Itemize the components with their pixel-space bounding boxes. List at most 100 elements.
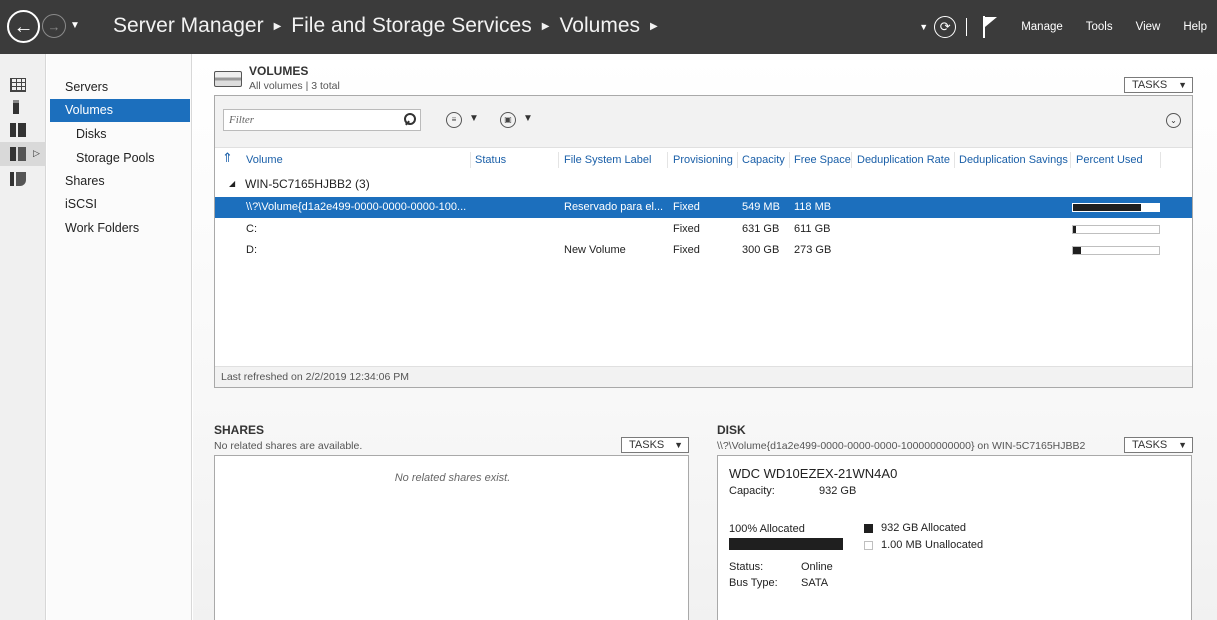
bus-type-value: SATA — [801, 577, 829, 589]
search-icon[interactable] — [404, 113, 416, 127]
disk-title: DISK — [717, 423, 746, 437]
table-row[interactable]: \\?\Volume{d1a2e499-0000-0000-0000-100..… — [215, 197, 1192, 218]
breadcrumb-separator-icon[interactable]: ▶ — [650, 21, 658, 32]
allocated-percent: 100% Allocated — [729, 523, 805, 535]
cell-file-system-label: Reservado para el... — [564, 201, 664, 213]
column-divider — [737, 152, 738, 168]
disk-panel: WDC WD10EZEX-21WN4A0 Capacity: 932 GB 10… — [717, 455, 1192, 620]
sidebar-item-storage-pools[interactable]: Storage Pools — [50, 147, 190, 170]
column-status[interactable]: Status — [475, 154, 506, 168]
refresh-dropdown-icon[interactable]: ▼ — [919, 22, 928, 32]
group-label: WIN-5C7165HJBB2 (3) — [245, 177, 370, 191]
last-refreshed: Last refreshed on 2/2/2019 12:34:06 PM — [215, 366, 1192, 387]
allocated-legend: 932 GB Allocated — [881, 522, 967, 534]
breadcrumb-server-manager[interactable]: Server Manager — [113, 14, 264, 38]
cell-capacity: 300 GB — [742, 244, 780, 256]
back-arrow-icon[interactable]: ← — [7, 10, 40, 43]
column-dedup-savings[interactable]: Deduplication Savings — [959, 154, 1068, 168]
sort-indicator-icon[interactable]: ⇑ — [222, 150, 233, 166]
breadcrumb: Server Manager ▶ File and Storage Servic… — [113, 14, 658, 38]
column-divider — [470, 152, 471, 168]
menu-tools[interactable]: Tools — [1086, 21, 1113, 33]
sidebar-item-volumes[interactable]: Volumes — [50, 99, 190, 122]
history-dropdown-icon[interactable]: ▼ — [70, 20, 80, 31]
disk-subtitle: \\?\Volume{d1a2e499-0000-0000-0000-10000… — [717, 440, 1086, 452]
breadcrumb-separator-icon: ▶ — [541, 20, 550, 32]
column-dedup-rate[interactable]: Deduplication Rate — [857, 154, 950, 168]
chevron-down-icon[interactable]: ▼ — [523, 113, 533, 124]
query-options-icon[interactable]: ≡ — [446, 112, 462, 128]
allocation-bar — [729, 538, 843, 550]
percent-used-fill — [1073, 225, 1076, 233]
percent-used-bar — [1072, 224, 1160, 234]
volumes-subtitle: All volumes | 3 total — [249, 80, 340, 92]
bus-type-label: Bus Type: — [729, 577, 778, 589]
menu-view[interactable]: View — [1136, 21, 1161, 33]
table-row[interactable]: C: Fixed 631 GB 611 GB — [215, 219, 1192, 240]
breadcrumb-volumes[interactable]: Volumes — [559, 14, 640, 38]
cell-capacity: 631 GB — [742, 222, 780, 235]
shares-subtitle: No related shares are available. — [214, 440, 363, 452]
column-file-system-label[interactable]: File System Label — [564, 154, 651, 168]
filter-input[interactable]: Filter — [223, 109, 421, 131]
percent-used-fill — [1073, 204, 1141, 211]
shares-tasks-button[interactable]: TASKS ▼ — [621, 437, 689, 453]
file-storage-services-icon[interactable] — [10, 147, 26, 161]
column-divider — [667, 152, 668, 168]
column-divider — [558, 152, 559, 168]
divider — [966, 18, 968, 36]
chevron-down-icon[interactable]: ▼ — [469, 113, 479, 124]
tasks-label: TASKS — [1132, 439, 1168, 451]
column-capacity[interactable]: Capacity — [742, 154, 785, 168]
sidebar-item-servers[interactable]: Servers — [50, 76, 190, 99]
disk-name: WDC WD10EZEX-21WN4A0 — [729, 466, 898, 481]
dashboard-icon[interactable] — [10, 78, 26, 92]
cell-capacity: 549 MB — [742, 201, 780, 213]
sidebar-item-iscsi[interactable]: iSCSI — [50, 193, 190, 216]
sidebar-item-shares[interactable]: Shares — [50, 170, 190, 193]
disk-tasks-button[interactable]: TASKS ▼ — [1124, 437, 1193, 453]
column-divider — [789, 152, 790, 168]
menu-manage[interactable]: Manage — [1021, 21, 1063, 33]
menu-help[interactable]: Help — [1183, 21, 1207, 33]
sidebar-item-disks[interactable]: Disks — [50, 123, 190, 146]
unallocated-legend: 1.00 MB Unallocated — [881, 539, 984, 551]
column-percent-used[interactable]: Percent Used — [1076, 154, 1143, 168]
title-bar: ← → ▼ Server Manager ▶ File and Storage … — [0, 0, 1217, 54]
volumes-tasks-button[interactable]: TASKS ▼ — [1124, 77, 1193, 93]
column-free-space[interactable]: Free Space — [794, 154, 851, 168]
forward-arrow-icon[interactable]: → — [42, 14, 66, 38]
navigation-icon-strip: ▷ — [0, 54, 46, 620]
all-servers-icon[interactable] — [10, 123, 26, 137]
expand-arrow-icon[interactable]: ▷ — [33, 148, 40, 159]
cell-file-system-label: New Volume — [564, 244, 626, 256]
table-row[interactable]: D: New Volume Fixed 300 GB 273 GB — [215, 240, 1192, 261]
chevron-down-icon: ▼ — [674, 440, 683, 450]
notifications-flag-icon[interactable] — [983, 16, 999, 38]
volume-drive-icon — [214, 71, 242, 87]
breadcrumb-file-storage[interactable]: File and Storage Services — [291, 14, 531, 38]
allocated-legend-swatch — [864, 524, 873, 533]
sidebar-item-work-folders[interactable]: Work Folders — [50, 217, 190, 240]
breadcrumb-separator-icon: ▶ — [273, 20, 282, 32]
column-provisioning[interactable]: Provisioning — [673, 154, 733, 168]
column-volume[interactable]: Volume — [246, 154, 283, 168]
shares-empty-message: No related shares exist. — [394, 472, 511, 484]
refresh-icon[interactable]: ⟳ — [934, 16, 957, 38]
percent-used-fill — [1073, 247, 1081, 254]
local-server-icon[interactable] — [13, 100, 19, 114]
column-divider — [851, 152, 852, 168]
save-query-icon[interactable]: ▣ — [500, 112, 516, 128]
iis-icon[interactable] — [10, 172, 26, 186]
column-divider — [1160, 152, 1161, 168]
cell-provisioning: Fixed — [673, 244, 700, 256]
volumes-table: Filter ≡ ▼ ▣ ▼ ⌄ ⇑ Volume Status File Sy… — [214, 95, 1193, 388]
capacity-value: 932 GB — [819, 485, 857, 497]
cell-free-space: 273 GB — [794, 244, 832, 256]
collapse-triangle-icon[interactable]: ◢ — [229, 179, 235, 188]
cell-free-space: 611 GB — [794, 222, 831, 235]
cell-provisioning: Fixed — [673, 201, 700, 213]
chevron-down-icon: ▼ — [1178, 80, 1187, 90]
cell-volume: \\?\Volume{d1a2e499-0000-0000-0000-100..… — [246, 201, 467, 213]
expand-collapse-icon[interactable]: ⌄ — [1166, 113, 1181, 128]
